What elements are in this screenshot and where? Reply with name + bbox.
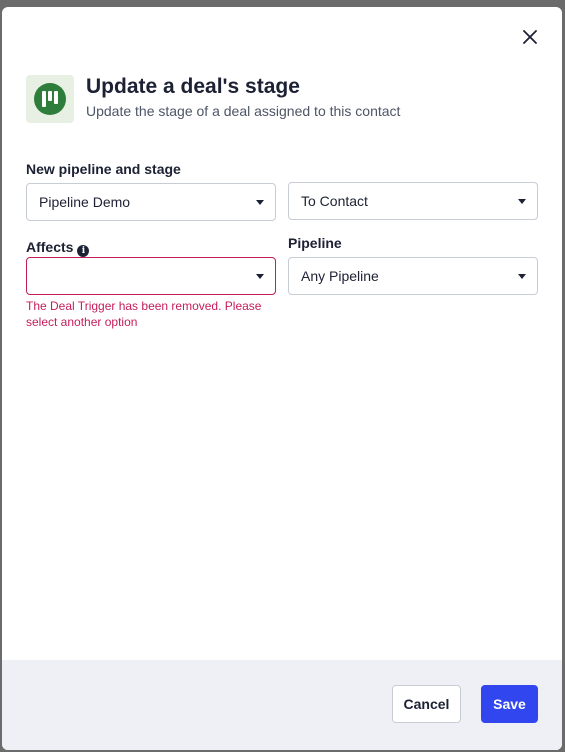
affects-error-message: The Deal Trigger has been removed. Pleas… xyxy=(26,299,262,329)
chevron-down-icon xyxy=(256,200,264,205)
chevron-down-icon xyxy=(518,199,526,204)
close-button[interactable] xyxy=(520,27,540,47)
pipeline-label: Pipeline xyxy=(288,235,342,251)
cancel-button[interactable]: Cancel xyxy=(392,685,461,723)
stage-select[interactable]: To Contact xyxy=(288,182,538,220)
pipeline-select-value: Pipeline Demo xyxy=(39,194,131,210)
modal-footer xyxy=(2,660,562,750)
pipeline-stage-label: New pipeline and stage xyxy=(26,161,181,177)
pipeline-filter-value: Any Pipeline xyxy=(301,268,379,284)
chevron-down-icon xyxy=(256,274,264,279)
pipeline-icon xyxy=(26,75,74,123)
affects-label-row: Affects i xyxy=(26,239,90,257)
update-deal-stage-modal: Update a deal's stage Update the stage o… xyxy=(2,7,562,750)
save-button[interactable]: Save xyxy=(481,685,538,723)
chevron-down-icon xyxy=(518,274,526,279)
close-icon xyxy=(523,30,537,44)
pipeline-select[interactable]: Pipeline Demo xyxy=(26,183,276,221)
affects-select[interactable] xyxy=(26,257,276,295)
affects-label: Affects xyxy=(26,239,74,255)
pipeline-filter-select[interactable]: Any Pipeline xyxy=(288,257,538,295)
info-icon[interactable]: i xyxy=(77,245,90,257)
modal-title: Update a deal's stage xyxy=(86,75,300,98)
stage-select-value: To Contact xyxy=(301,193,368,209)
modal-subtitle: Update the stage of a deal assigned to t… xyxy=(86,103,401,119)
